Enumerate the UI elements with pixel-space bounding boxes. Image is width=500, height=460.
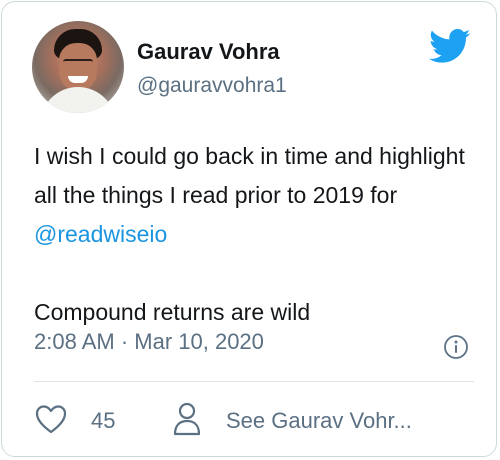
tweet-text-line1: I wish I could go back in time and highl… (34, 143, 465, 208)
info-icon[interactable] (443, 334, 469, 360)
tweet-actions: 45 See Gaurav Vohr... (2, 399, 498, 445)
author-name[interactable]: Gaurav Vohra (137, 39, 280, 65)
divider (34, 381, 474, 382)
like-count[interactable]: 45 (91, 408, 115, 434)
heart-icon[interactable] (34, 403, 68, 435)
avatar[interactable] (32, 21, 124, 113)
mention-link[interactable]: @readwiseio (34, 221, 167, 247)
tweet-card: Gaurav Vohra @gauravvohra1 I wish I coul… (1, 1, 497, 457)
see-profile-link[interactable]: See Gaurav Vohr... (226, 408, 412, 434)
user-icon[interactable] (173, 402, 201, 436)
author-handle[interactable]: @gauravvohra1 (137, 74, 287, 98)
tweet-text: I wish I could go back in time and highl… (34, 137, 474, 332)
twitter-bird-icon[interactable] (429, 29, 471, 64)
tweet-timestamp[interactable]: 2:08 AM · Mar 10, 2020 (34, 329, 264, 355)
tweet-text-line2: Compound returns are wild (34, 299, 311, 325)
